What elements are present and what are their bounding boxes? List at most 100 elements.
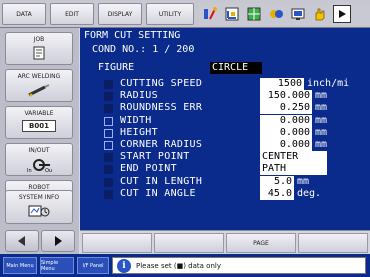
status-icons <box>199 3 370 25</box>
jog-icon[interactable] <box>267 5 285 23</box>
param-value-field[interactable]: 150.000 <box>260 90 312 102</box>
figure-label: FIGURE <box>98 62 135 73</box>
monitor-icon[interactable] <box>223 5 241 23</box>
fkey-1[interactable] <box>82 233 152 253</box>
param-label: START POINT <box>120 151 190 162</box>
param-unit: mm <box>297 176 310 187</box>
param-value-field[interactable]: 5.0 <box>260 176 294 188</box>
figure-value-field[interactable]: CIRCLE <box>210 62 262 74</box>
page-title: FORM CUT SETTING <box>84 30 181 41</box>
page-right-button[interactable] <box>41 230 75 252</box>
tab-display[interactable]: DISPLAY <box>98 3 142 25</box>
main-menu-button[interactable]: Main Menu <box>3 257 37 274</box>
arrow-nav <box>5 230 75 252</box>
system-info-button[interactable]: SYSTEM INFO <box>5 190 73 224</box>
param-row: CUTTING SPEED 1500 inch/mi <box>80 78 370 90</box>
param-checkbox[interactable] <box>104 190 113 199</box>
param-checkbox[interactable] <box>104 104 113 113</box>
param-row: CORNER RADIUS 0.000 mm <box>80 139 370 151</box>
param-row: RADIUS 150.000 mm <box>80 90 370 102</box>
variable-label: VARIABLE <box>24 110 54 117</box>
param-value-field[interactable]: PATH <box>260 163 327 175</box>
param-checkbox[interactable] <box>104 153 113 162</box>
param-label: CUTTING SPEED <box>120 78 203 89</box>
message-box: i Please set (■) data only <box>112 257 366 274</box>
system-info-icon <box>28 205 50 217</box>
form-cut-setting-screen: FORM CUT SETTING COND NO.: 1 / 200 FIGUR… <box>80 28 370 230</box>
param-checkbox[interactable] <box>104 178 113 187</box>
tab-data[interactable]: DATA <box>2 3 46 25</box>
param-checkbox[interactable] <box>104 80 113 89</box>
param-checkbox[interactable] <box>104 141 113 150</box>
param-checkbox[interactable] <box>104 92 113 101</box>
param-row: CUT IN LENGTH 5.0 mm <box>80 176 370 188</box>
param-row: HEIGHT 0.000 mm <box>80 127 370 139</box>
top-toolbar: DATA EDIT DISPLAY UTILITY <box>0 0 370 28</box>
function-key-bar: PAGE <box>80 230 370 254</box>
param-checkbox[interactable] <box>104 165 113 174</box>
screen-icon[interactable] <box>289 5 307 23</box>
arc-welding-label: ARC WELDING <box>17 73 61 80</box>
param-checkbox[interactable] <box>104 129 113 138</box>
status-message: Please set (■) data only <box>136 261 221 270</box>
param-value-field[interactable]: 0.000 <box>260 115 312 127</box>
tab-utility[interactable]: UTILITY <box>146 3 194 25</box>
io-panel-button[interactable]: I/F Panel <box>77 257 109 274</box>
param-label: CUT IN ANGLE <box>120 188 196 199</box>
arrow-left-icon <box>18 236 25 246</box>
cond-number: COND NO.: 1 / 200 <box>92 44 195 55</box>
param-unit: mm <box>315 139 328 150</box>
job-icon <box>33 46 45 60</box>
param-row: ROUNDNESS ERR 0.250 mm <box>80 102 370 114</box>
param-value-field[interactable]: 0.250 <box>260 102 312 114</box>
page-button[interactable]: PAGE <box>226 233 296 253</box>
param-value-field[interactable]: 0.000 <box>260 127 312 139</box>
param-label: WIDTH <box>120 115 152 126</box>
system-info-label: SYSTEM INFO <box>18 194 60 201</box>
tab-edit[interactable]: EDIT <box>50 3 94 25</box>
param-unit: mm <box>315 115 328 126</box>
param-value-field[interactable]: 45.0 <box>260 188 294 200</box>
simple-menu-button[interactable]: Simple Menu <box>40 257 74 274</box>
info-icon: i <box>117 258 131 273</box>
param-label: HEIGHT <box>120 127 158 138</box>
param-unit: mm <box>315 127 328 138</box>
inout-button[interactable]: IN/OUT In Out <box>5 143 73 176</box>
param-unit: mm <box>315 90 328 101</box>
welding-torch-icon <box>28 84 50 97</box>
param-checkbox[interactable] <box>104 117 113 126</box>
param-row: CUT IN ANGLE 45.0 deg. <box>80 188 370 200</box>
param-value-field[interactable]: 1500 <box>260 78 304 90</box>
play-icon[interactable] <box>333 5 351 23</box>
page-left-button[interactable] <box>5 230 39 252</box>
param-unit: deg. <box>297 188 322 199</box>
param-label: RADIUS <box>120 90 158 101</box>
param-row: END POINT PATH <box>80 163 370 175</box>
grid-icon[interactable] <box>245 5 263 23</box>
inout-label: IN/OUT <box>28 147 50 154</box>
param-unit: inch/mi <box>307 78 350 89</box>
status-bar: Main Menu Simple Menu I/F Panel i Please… <box>0 254 370 277</box>
fkey-4[interactable] <box>298 233 368 253</box>
arrow-right-icon <box>55 236 62 246</box>
param-label: CUT IN LENGTH <box>120 176 203 187</box>
fkey-2[interactable] <box>154 233 224 253</box>
inout-icon: In Out <box>27 159 52 173</box>
svg-text:Out: Out <box>45 168 52 173</box>
variable-box: B001 <box>22 120 56 132</box>
param-label: ROUNDNESS ERR <box>120 102 203 113</box>
param-value-field[interactable]: 0.000 <box>260 139 312 151</box>
param-unit: mm <box>315 102 328 113</box>
robot-coord-icon[interactable] <box>201 5 219 23</box>
variable-button[interactable]: VARIABLE B001 <box>5 106 73 139</box>
arc-welding-button[interactable]: ARC WELDING <box>5 69 73 102</box>
svg-text:In: In <box>27 168 32 173</box>
param-label: CORNER RADIUS <box>120 139 203 150</box>
param-row: START POINT CENTER <box>80 151 370 163</box>
job-label: JOB <box>33 36 45 43</box>
job-button[interactable]: JOB <box>5 32 73 65</box>
param-value-field[interactable]: CENTER <box>260 151 327 163</box>
param-label: END POINT <box>120 163 177 174</box>
hand-icon[interactable] <box>311 5 329 23</box>
param-row: WIDTH 0.000 mm <box>80 115 370 127</box>
